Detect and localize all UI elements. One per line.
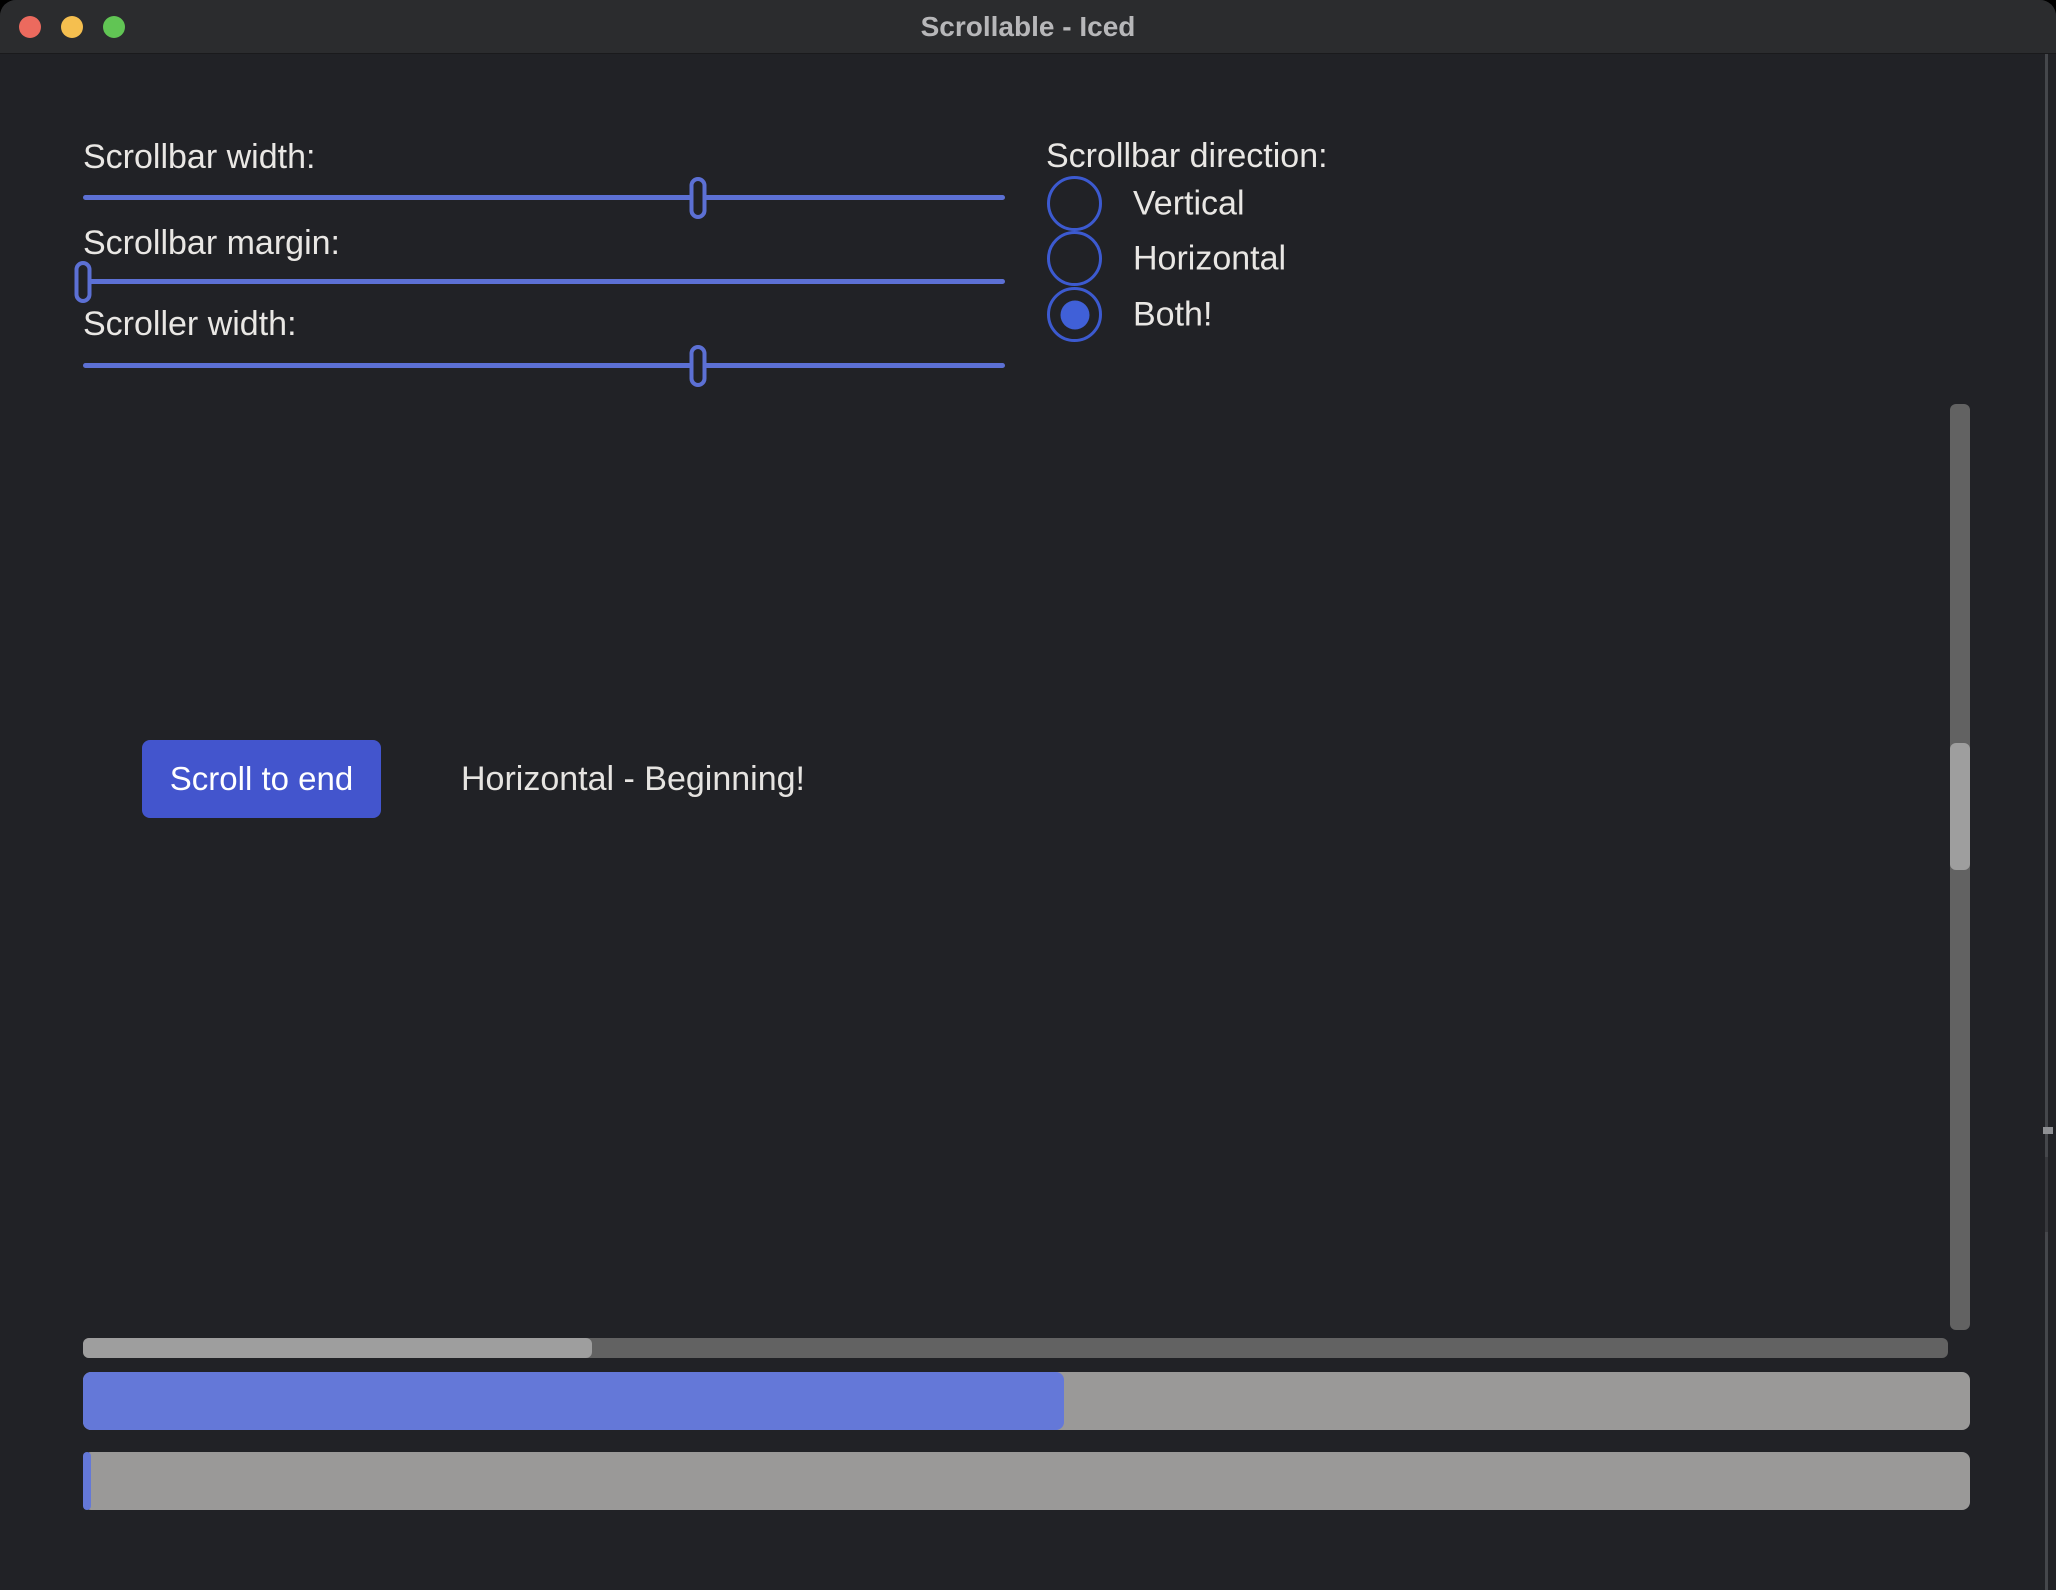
radio-both-label[interactable]: Both! bbox=[1133, 296, 1212, 335]
window-edge-tick bbox=[2043, 1127, 2053, 1134]
scrollbar-width-slider-handle[interactable] bbox=[689, 177, 706, 219]
window-right-edge bbox=[2045, 54, 2048, 1590]
radio-circle-icon[interactable] bbox=[1047, 176, 1102, 231]
vertical-scrollbar-track[interactable] bbox=[1950, 404, 1970, 1330]
window-edge-shadow bbox=[2045, 1157, 2048, 1232]
scrollbar-margin-slider-handle[interactable] bbox=[75, 261, 92, 303]
progress-bar bbox=[83, 1372, 1970, 1430]
horizontal-scrollbar-thumb[interactable] bbox=[83, 1338, 592, 1358]
progress-bar-fill bbox=[83, 1372, 1064, 1430]
scroller-width-label: Scroller width: bbox=[83, 301, 297, 347]
scrollbar-direction-label: Scrollbar direction: bbox=[1046, 133, 1328, 179]
scroll-to-end-button[interactable]: Scroll to end bbox=[142, 740, 381, 818]
radio-horizontal[interactable]: Horizontal bbox=[1047, 231, 1607, 287]
vertical-scrollbar-thumb[interactable] bbox=[1950, 743, 1970, 870]
radio-circle-icon[interactable] bbox=[1047, 287, 1102, 342]
window-title: Scrollable - Iced bbox=[0, 0, 2056, 54]
radio-both[interactable]: Both! bbox=[1047, 287, 1607, 343]
horizontal-scrollbar-track[interactable] bbox=[83, 1338, 1948, 1358]
radio-circle-icon[interactable] bbox=[1047, 231, 1102, 286]
progress-bar bbox=[83, 1452, 1970, 1510]
radio-horizontal-label[interactable]: Horizontal bbox=[1133, 240, 1286, 279]
scroller-width-slider-handle[interactable] bbox=[689, 345, 706, 387]
scroller-width-slider[interactable] bbox=[83, 363, 1005, 368]
titlebar: Scrollable - Iced bbox=[0, 0, 2056, 54]
radio-vertical[interactable]: Vertical bbox=[1047, 176, 1607, 232]
scrollbar-width-label: Scrollbar width: bbox=[83, 134, 315, 180]
scrollbar-width-slider[interactable] bbox=[83, 195, 1005, 200]
scrollbar-margin-slider[interactable] bbox=[83, 279, 1005, 284]
app-window: Scrollable - Iced Scrollbar width: Scrol… bbox=[0, 0, 2056, 1590]
progress-bar-fill bbox=[83, 1452, 91, 1510]
radio-dot-icon bbox=[1060, 300, 1089, 329]
scrollbar-margin-label: Scrollbar margin: bbox=[83, 220, 340, 266]
radio-vertical-label[interactable]: Vertical bbox=[1133, 185, 1245, 224]
status-text: Horizontal - Beginning! bbox=[461, 756, 805, 802]
